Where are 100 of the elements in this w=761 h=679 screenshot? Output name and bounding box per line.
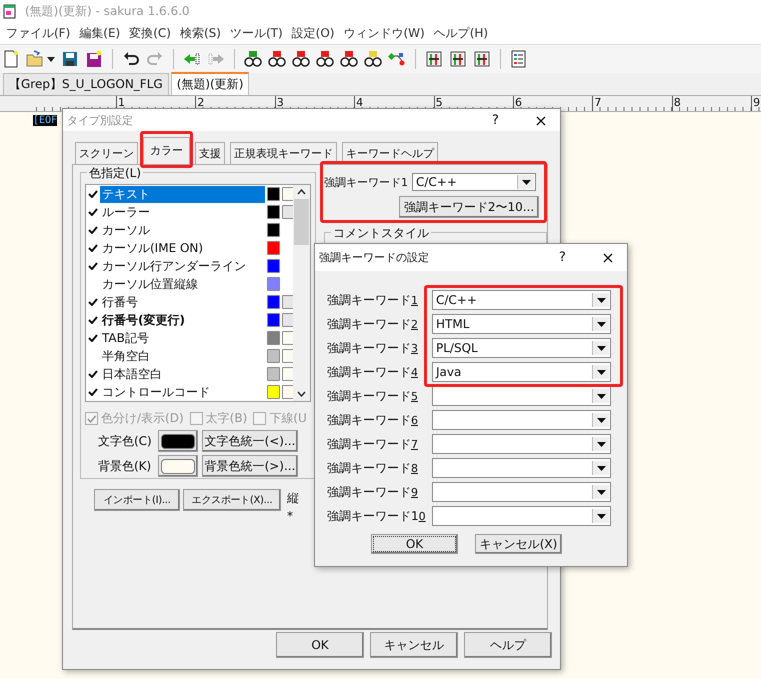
keyword-label: 強調キーワード6 <box>327 412 419 428</box>
keyword-dropdown[interactable] <box>432 458 611 478</box>
ruler-number: 9 <box>751 96 761 111</box>
menu-item[interactable]: ファイル(F) <box>3 24 76 42</box>
tools-icon[interactable] <box>449 50 467 68</box>
glasses-icon[interactable] <box>268 50 286 68</box>
close-button[interactable]: × <box>522 110 560 130</box>
dialog-button[interactable]: キャンセル <box>370 632 458 658</box>
keyword-dropdown[interactable]: Java <box>432 362 611 382</box>
keyword-label: 強調キーワード2 <box>327 316 419 332</box>
list-item[interactable]: カーソル(IME ON) <box>86 239 293 257</box>
cancel-button[interactable]: キャンセル(X) <box>475 534 562 554</box>
new-file-icon[interactable] <box>2 50 20 68</box>
caret-icon <box>596 442 606 446</box>
menu-item[interactable]: 設定(O) <box>288 24 340 42</box>
unify-color-button[interactable]: 背景色統一(>)... <box>202 455 298 477</box>
menu-item[interactable]: 変換(C) <box>126 24 177 42</box>
glasses-icon[interactable] <box>316 50 334 68</box>
chevron-up-icon[interactable] <box>297 189 306 195</box>
document-tab[interactable]: 【Grep】S_U_LOGON_FLG <box>3 73 169 95</box>
list-item[interactable]: 行番号(変更行) <box>86 311 293 329</box>
list-item[interactable]: コントロールコード <box>86 383 293 401</box>
keyword-label: 強調キーワード3 <box>327 340 419 356</box>
undo-icon[interactable] <box>122 50 140 68</box>
nodes-icon[interactable] <box>388 50 406 68</box>
keyword-dropdown[interactable] <box>432 482 611 502</box>
menu-item[interactable]: ウィンドウ(W) <box>340 24 431 42</box>
keyword-dropdown[interactable]: C/C++ <box>432 290 611 310</box>
tab[interactable]: 支援 <box>195 142 225 164</box>
glasses-icon[interactable] <box>244 50 262 68</box>
import-button[interactable]: インポート(I)... <box>94 489 180 511</box>
ok-button[interactable]: OK <box>371 534 458 554</box>
item-label: TAB記号 <box>101 330 150 346</box>
checkbox-label: 下線(U <box>269 410 307 427</box>
list-item[interactable]: 日本語空白 <box>86 365 293 383</box>
keyword-dropdown[interactable] <box>432 434 611 454</box>
highlight-frame <box>140 131 193 168</box>
tab[interactable]: 正規表現キーワード <box>230 142 337 164</box>
item-label: 日本語空白 <box>101 366 163 382</box>
menu-item[interactable]: ヘルプ(H) <box>430 24 494 42</box>
tab[interactable]: カラー <box>143 137 190 164</box>
list-item[interactable]: カーソル行アンダーライン <box>86 257 293 275</box>
list-item[interactable]: カーソル <box>86 221 293 239</box>
open-folder-icon[interactable] <box>26 50 44 68</box>
save-icon[interactable] <box>61 50 79 68</box>
tab[interactable]: スクリーン <box>75 142 138 164</box>
caret-icon <box>596 466 606 470</box>
menu-item[interactable]: 検索(S) <box>176 24 227 42</box>
glasses-icon[interactable] <box>364 50 382 68</box>
list-icon[interactable] <box>510 50 528 68</box>
caret-icon <box>596 346 606 350</box>
ruler-number: 7 <box>592 96 672 111</box>
help-button[interactable]: ? <box>492 112 522 128</box>
dialog-button[interactable]: ヘルプ <box>464 632 552 658</box>
list-item[interactable]: 行番号 <box>86 293 293 311</box>
keyword-dropdown[interactable] <box>432 410 611 430</box>
keyword-label: 強調キーワード4 <box>327 364 419 380</box>
group-label: コメントスタイル <box>331 225 431 242</box>
note-text: 縦 <box>287 490 299 507</box>
item-label: カーソル <box>101 222 151 238</box>
help-button[interactable]: ? <box>559 250 589 265</box>
caret-icon <box>596 370 606 374</box>
color-button[interactable] <box>158 455 198 477</box>
menu-item[interactable]: ツール(T) <box>226 24 289 42</box>
keyword-dropdown[interactable]: C/C++ <box>412 173 536 191</box>
notepad-icon <box>3 3 17 19</box>
dialog-button[interactable]: OK <box>276 632 364 658</box>
caret-icon[interactable] <box>47 56 55 62</box>
item-label: カーソル行アンダーライン <box>101 258 247 274</box>
keyword-dropdown[interactable]: HTML <box>432 314 611 334</box>
item-label: テキスト <box>100 186 265 202</box>
save-all-icon[interactable] <box>85 50 103 68</box>
glasses-icon[interactable] <box>340 50 358 68</box>
close-button[interactable]: × <box>589 248 627 267</box>
scrollbar-thumb[interactable] <box>294 199 309 245</box>
glasses-icon[interactable] <box>292 50 310 68</box>
more-keywords-button[interactable]: 強調キーワード2〜10... <box>399 196 539 218</box>
color-label: 文字色(C) <box>98 432 153 450</box>
caret-icon <box>596 322 606 326</box>
list-item[interactable]: テキスト <box>86 185 293 203</box>
tools-icon[interactable] <box>425 50 443 68</box>
document-tab[interactable]: (無題)(更新) <box>170 72 250 95</box>
item-label: 行番号(変更行) <box>100 312 186 328</box>
list-item[interactable]: 半角空白 <box>86 347 293 365</box>
keyword-dropdown[interactable] <box>432 386 611 406</box>
chevron-down-icon[interactable] <box>297 391 306 397</box>
list-item[interactable]: TAB記号 <box>86 329 293 347</box>
dialog-title: 強調キーワードの設定 <box>319 250 430 265</box>
keyword-dropdown[interactable]: PL/SQL <box>432 338 611 358</box>
unify-color-button[interactable]: 文字色統一(<)... <box>202 430 298 452</box>
tools-icon[interactable] <box>473 50 491 68</box>
list-item[interactable]: ルーラー <box>86 203 293 221</box>
color-button[interactable] <box>158 430 198 452</box>
ruler-number: 8 <box>672 96 752 111</box>
scrollbar[interactable] <box>293 185 310 401</box>
list-item[interactable]: カーソル位置縦線 <box>86 275 293 293</box>
checkbox-label: 太字(B) <box>206 410 248 427</box>
export-button[interactable]: エクスポート(X)... <box>183 489 281 511</box>
keyword-dropdown[interactable] <box>432 506 611 526</box>
menu-item[interactable]: 編集(E) <box>76 24 126 42</box>
